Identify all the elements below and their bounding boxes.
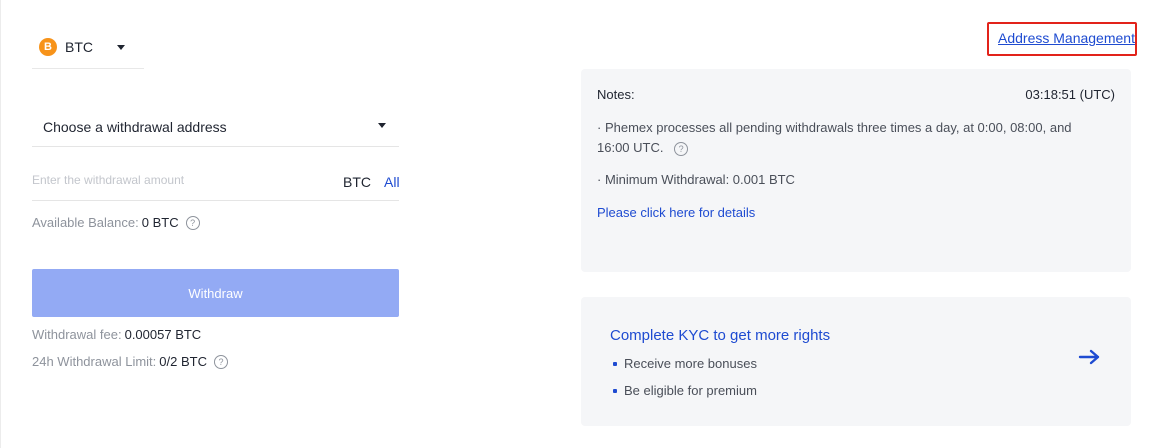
withdrawal-fee: Withdrawal fee: 0.00057 BTC <box>32 327 201 342</box>
withdrawal-address-select[interactable]: Choose a withdrawal address <box>32 108 399 147</box>
caret-down-icon <box>117 45 125 50</box>
address-management-link[interactable]: Address Management <box>998 30 1135 46</box>
amount-unit: BTC <box>343 174 371 190</box>
help-icon[interactable]: ? <box>213 354 228 369</box>
note-text: · Phemex processes all pending withdrawa… <box>597 120 1072 155</box>
withdrawal-fee-value: 0.00057 BTC <box>124 327 202 342</box>
coin-label: BTC <box>65 39 93 55</box>
caret-down-icon <box>378 123 386 128</box>
kyc-title: Complete KYC to get more rights <box>610 327 831 344</box>
withdrawal-limit-label: 24h Withdrawal Limit: <box>32 354 157 369</box>
arrow-right-icon[interactable] <box>1078 347 1102 367</box>
withdrawal-fee-label: Withdrawal fee: <box>32 327 122 342</box>
withdrawal-address-label: Choose a withdrawal address <box>43 119 227 135</box>
notes-panel: Notes: 03:18:51 (UTC) · Phemex processes… <box>581 69 1131 272</box>
kyc-item-text: Receive more bonuses <box>624 356 757 371</box>
available-balance-value: 0 BTC <box>141 215 179 230</box>
kyc-item: Receive more bonuses <box>613 356 757 371</box>
page-left-border <box>0 0 1 448</box>
available-balance: Available Balance: 0 BTC ? <box>32 215 200 230</box>
note-item: · Minimum Withdrawal: 0.001 BTC <box>597 170 1107 190</box>
note-text: · Minimum Withdrawal: 0.001 BTC <box>597 172 795 187</box>
bullet-icon <box>613 361 617 366</box>
all-amount-link[interactable]: All <box>384 174 400 190</box>
details-link[interactable]: Please click here for details <box>597 205 755 220</box>
bitcoin-icon: B <box>39 38 57 56</box>
note-item: · Phemex processes all pending withdrawa… <box>597 118 1107 158</box>
available-balance-label: Available Balance: <box>32 215 139 230</box>
withdrawal-amount-input[interactable] <box>32 170 312 190</box>
help-icon[interactable]: ? <box>185 215 200 230</box>
help-icon[interactable]: ? <box>674 141 689 156</box>
kyc-panel[interactable]: Complete KYC to get more rights Receive … <box>581 297 1131 426</box>
notes-title: Notes: <box>597 87 635 102</box>
kyc-item: Be eligible for premium <box>613 383 757 398</box>
withdrawal-limit-value: 0/2 BTC <box>159 354 207 369</box>
bullet-icon <box>613 388 617 393</box>
notes-time: 03:18:51 (UTC) <box>1025 87 1115 102</box>
withdrawal-amount-row: BTC All <box>32 162 400 201</box>
coin-selector[interactable]: B BTC <box>32 36 144 69</box>
withdrawal-limit: 24h Withdrawal Limit: 0/2 BTC ? <box>32 354 228 369</box>
kyc-item-text: Be eligible for premium <box>624 383 757 398</box>
withdraw-button[interactable]: Withdraw <box>32 269 399 317</box>
